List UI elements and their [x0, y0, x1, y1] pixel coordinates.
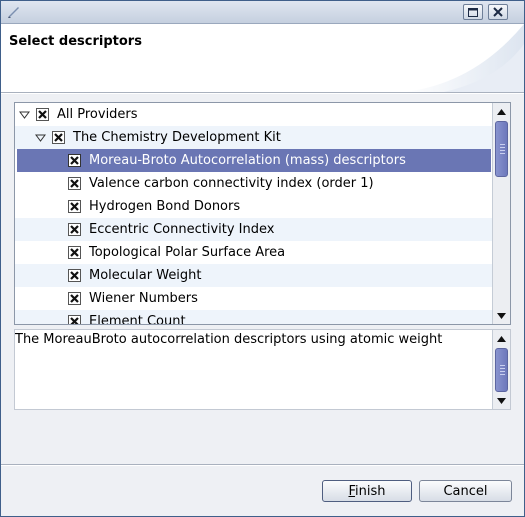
arrow-up-icon [497, 335, 506, 342]
close-icon [493, 7, 503, 17]
dialog-header: Select descriptors [1, 24, 524, 92]
checkbox[interactable] [68, 292, 81, 305]
checkbox[interactable] [36, 108, 49, 121]
header-separator [1, 92, 524, 94]
tree-row[interactable]: The Chemistry Development Kit [15, 126, 493, 149]
scroll-thumb[interactable] [495, 121, 508, 177]
expand-toggle-icon[interactable] [19, 109, 30, 120]
checkmark-icon [54, 133, 63, 142]
tree-row-label: The Chemistry Development Kit [73, 130, 281, 145]
finish-button[interactable]: Finish [322, 480, 412, 502]
scroll-up-button[interactable] [494, 331, 509, 346]
tree-row[interactable]: Hydrogen Bond Donors [15, 195, 493, 218]
maximize-icon [468, 7, 478, 17]
tree-row[interactable]: Topological Polar Surface Area [15, 241, 493, 264]
scroll-up-button[interactable] [494, 104, 509, 119]
tree-row[interactable]: Wiener Numbers [15, 287, 493, 310]
scroll-down-button[interactable] [494, 393, 509, 408]
title-bar[interactable] [1, 1, 524, 24]
checkmark-icon [70, 179, 79, 188]
checkmark-icon [70, 156, 79, 165]
maximize-button[interactable] [463, 4, 483, 20]
arrow-down-icon [497, 312, 506, 319]
scroll-thumb[interactable] [495, 348, 508, 392]
checkmark-icon [70, 317, 79, 324]
checkbox[interactable] [68, 200, 81, 213]
descriptor-tree[interactable]: All Providers The Chemistry Development … [14, 102, 511, 325]
checkbox[interactable] [52, 131, 65, 144]
description-text-area[interactable]: The MoreauBroto autocorrelation descript… [14, 329, 511, 410]
checkbox[interactable] [68, 246, 81, 259]
tree-row-label: Valence carbon connectivity index (order… [89, 176, 374, 191]
checkbox[interactable] [68, 315, 81, 324]
tree-row-label: Eccentric Connectivity Index [89, 222, 275, 237]
tree-row-label: All Providers [57, 107, 138, 122]
checkbox[interactable] [68, 177, 81, 190]
checkmark-icon [70, 271, 79, 280]
checkmark-icon [70, 294, 79, 303]
checkmark-icon [70, 248, 79, 257]
scroll-down-button[interactable] [494, 308, 509, 323]
description-scrollbar[interactable] [492, 330, 510, 409]
tree-row-label: Topological Polar Surface Area [89, 245, 286, 260]
page-title: Select descriptors [9, 34, 142, 49]
tree-row[interactable]: All Providers [15, 103, 493, 126]
tree-row-label: Moreau-Broto Autocorrelation (mass) desc… [89, 153, 406, 168]
tree-row[interactable]: Eccentric Connectivity Index [15, 218, 493, 241]
tree-row[interactable]: Valence carbon connectivity index (order… [15, 172, 493, 195]
tree-scrollbar[interactable] [492, 103, 510, 324]
checkbox[interactable] [68, 154, 81, 167]
expand-toggle-icon[interactable] [35, 132, 46, 143]
tree-row[interactable]: Molecular Weight [15, 264, 493, 287]
checkmark-icon [70, 225, 79, 234]
tree-row-label: Hydrogen Bond Donors [89, 199, 241, 214]
header-decoration [404, 24, 524, 92]
app-icon [8, 7, 19, 18]
tree-row-selected[interactable]: Moreau-Broto Autocorrelation (mass) desc… [17, 149, 491, 172]
button-bar-separator [1, 464, 524, 466]
checkbox[interactable] [68, 223, 81, 236]
checkmark-icon [70, 202, 79, 211]
tree-row-label: Element Count [89, 314, 186, 325]
cancel-button[interactable]: Cancel [419, 480, 512, 502]
checkmark-icon [38, 110, 47, 119]
tree-row-label: Wiener Numbers [89, 291, 198, 306]
tree-row[interactable]: Element Count [15, 310, 493, 325]
arrow-down-icon [497, 397, 506, 404]
finish-button-label: Finish [348, 483, 386, 499]
checkbox[interactable] [68, 269, 81, 282]
dialog-window: Select descriptors All Providers The Che… [0, 0, 525, 517]
tree-row-label: Molecular Weight [89, 268, 202, 283]
cancel-button-label: Cancel [443, 483, 488, 499]
description-text: The MoreauBroto autocorrelation descript… [15, 332, 443, 347]
close-button[interactable] [488, 4, 508, 20]
arrow-up-icon [497, 108, 506, 115]
